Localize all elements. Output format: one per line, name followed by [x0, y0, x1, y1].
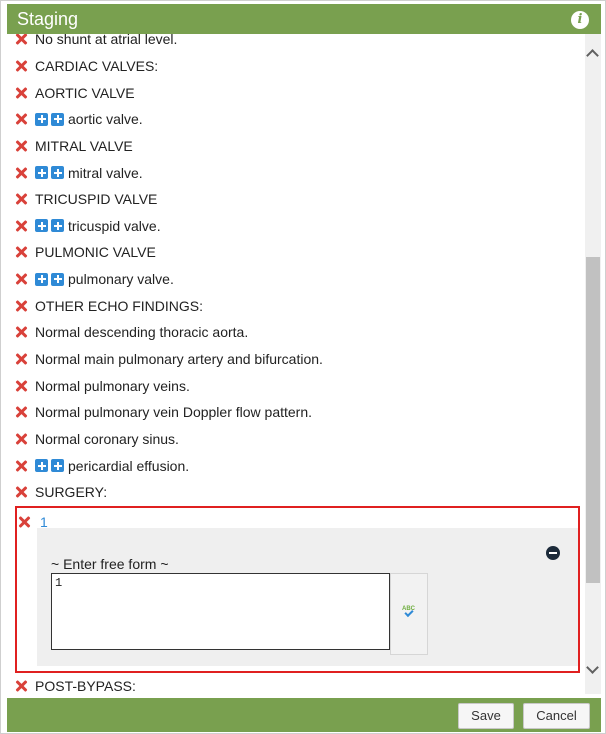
- list-item: Normal pulmonary vein Doppler flow patte…: [7, 399, 587, 426]
- findings-list-panel: No shunt at atrial level. CARDIAC VALVES:…: [7, 34, 601, 694]
- list-item-label: POST-BYPASS:: [35, 678, 136, 694]
- remove-icon[interactable]: [15, 167, 27, 179]
- add-plus-icon[interactable]: [51, 219, 64, 233]
- add-plus-icon[interactable]: [35, 112, 48, 126]
- remove-icon[interactable]: [15, 680, 27, 692]
- add-plus-icon[interactable]: [51, 166, 64, 180]
- remove-icon[interactable]: [15, 220, 27, 232]
- list-item-label: aortic valve.: [68, 111, 143, 128]
- info-icon[interactable]: i: [571, 11, 589, 29]
- add-plus-icon[interactable]: [51, 272, 64, 286]
- dialog-footer: Save Cancel: [7, 698, 601, 732]
- add-plus-icon[interactable]: [51, 459, 64, 473]
- list-item: tricuspid valve.: [7, 212, 587, 239]
- list-item-label: pulmonary valve.: [68, 271, 174, 288]
- dialog-title: Staging: [17, 9, 79, 29]
- list-item-label: OTHER ECHO FINDINGS:: [35, 297, 204, 314]
- free-form-textarea[interactable]: [51, 573, 390, 650]
- cancel-button[interactable]: Cancel: [523, 703, 590, 729]
- list-item: OTHER ECHO FINDINGS:: [7, 292, 587, 319]
- spellcheck-button[interactable]: ABC: [390, 573, 428, 655]
- scrollbar-thumb[interactable]: [586, 257, 600, 583]
- remove-icon[interactable]: [15, 246, 27, 258]
- list-item: Normal descending thoracic aorta.: [7, 319, 587, 346]
- list-item: Normal pulmonary veins.: [7, 372, 587, 399]
- scroll-up-arrow-icon[interactable]: [585, 46, 601, 62]
- list-item-label: SURGERY:: [35, 484, 108, 501]
- remove-icon[interactable]: [15, 34, 27, 45]
- staging-dialog: Staging i No shunt at atrial level. CARDI…: [0, 0, 606, 734]
- list-item-label: pericardial effusion.: [68, 457, 190, 474]
- list-item: PULMONIC VALVE: [7, 239, 587, 266]
- remove-icon[interactable]: [15, 406, 27, 418]
- list-item: aortic valve.: [7, 106, 587, 133]
- remove-icon[interactable]: [15, 113, 27, 125]
- list-item: AORTIC VALVE: [7, 79, 587, 106]
- list-item: pericardial effusion.: [7, 452, 587, 479]
- selected-finding-editor: 1 ~ Enter free form ~ ABC: [15, 506, 580, 673]
- list-item-label: Normal pulmonary vein Doppler flow patte…: [35, 404, 313, 421]
- list-item-label: Normal main pulmonary artery and bifurca…: [35, 351, 323, 367]
- free-form-label: ~ Enter free form ~: [51, 556, 169, 572]
- list-item-label: Normal descending thoracic aorta.: [35, 324, 249, 341]
- list-item: TRICUSPID VALVE: [7, 186, 587, 213]
- remove-icon[interactable]: [15, 140, 27, 152]
- list-item: MITRAL VALVE: [7, 133, 587, 160]
- remove-icon[interactable]: [18, 516, 30, 528]
- remove-icon[interactable]: [15, 87, 27, 99]
- save-button[interactable]: Save: [458, 703, 514, 729]
- list-item-label: TRICUSPID VALVE: [35, 191, 158, 208]
- list-item-label: tricuspid valve.: [68, 217, 161, 234]
- collapse-minus-icon[interactable]: [546, 546, 560, 560]
- free-form-editor-panel: ~ Enter free form ~ ABC: [37, 528, 578, 666]
- add-plus-icon[interactable]: [35, 219, 48, 233]
- list-item: CARDIAC VALVES:: [7, 53, 587, 80]
- list-item: Normal main pulmonary artery and bifurca…: [7, 346, 587, 373]
- scroll-down-arrow-icon[interactable]: [585, 662, 601, 678]
- list-item: No shunt at atrial level.: [7, 34, 587, 53]
- list-item-post-bypass: POST-BYPASS:: [7, 673, 587, 694]
- add-plus-icon[interactable]: [35, 459, 48, 473]
- list-item: SURGERY:: [7, 479, 587, 506]
- remove-icon[interactable]: [15, 300, 27, 312]
- add-plus-icon[interactable]: [35, 272, 48, 286]
- list-item-label: Normal pulmonary veins.: [35, 377, 190, 394]
- list-item-label: PULMONIC VALVE: [35, 244, 156, 261]
- remove-icon[interactable]: [15, 486, 27, 498]
- remove-icon[interactable]: [15, 60, 27, 72]
- list-item-label: No shunt at atrial level.: [35, 34, 178, 48]
- add-plus-icon[interactable]: [51, 112, 64, 126]
- list-item: Normal coronary sinus.: [7, 426, 587, 453]
- list-item-label: Normal coronary sinus.: [35, 430, 179, 447]
- list-item-label: AORTIC VALVE: [35, 84, 135, 101]
- list-item: pulmonary valve.: [7, 266, 587, 293]
- remove-icon[interactable]: [15, 353, 27, 365]
- remove-icon[interactable]: [15, 433, 27, 445]
- list-item-label: MITRAL VALVE: [35, 137, 133, 154]
- remove-icon[interactable]: [15, 273, 27, 285]
- findings-list: No shunt at atrial level. CARDIAC VALVES:…: [7, 34, 587, 506]
- dialog-titlebar: Staging i: [7, 4, 601, 34]
- list-item-label: CARDIAC VALVES:: [35, 57, 159, 74]
- remove-icon[interactable]: [15, 326, 27, 338]
- list-item: mitral valve.: [7, 159, 587, 186]
- add-plus-icon[interactable]: [35, 166, 48, 180]
- remove-icon[interactable]: [15, 193, 27, 205]
- remove-icon[interactable]: [15, 380, 27, 392]
- vertical-scrollbar[interactable]: [585, 34, 601, 694]
- remove-icon[interactable]: [15, 460, 27, 472]
- list-item-label: mitral valve.: [68, 164, 143, 181]
